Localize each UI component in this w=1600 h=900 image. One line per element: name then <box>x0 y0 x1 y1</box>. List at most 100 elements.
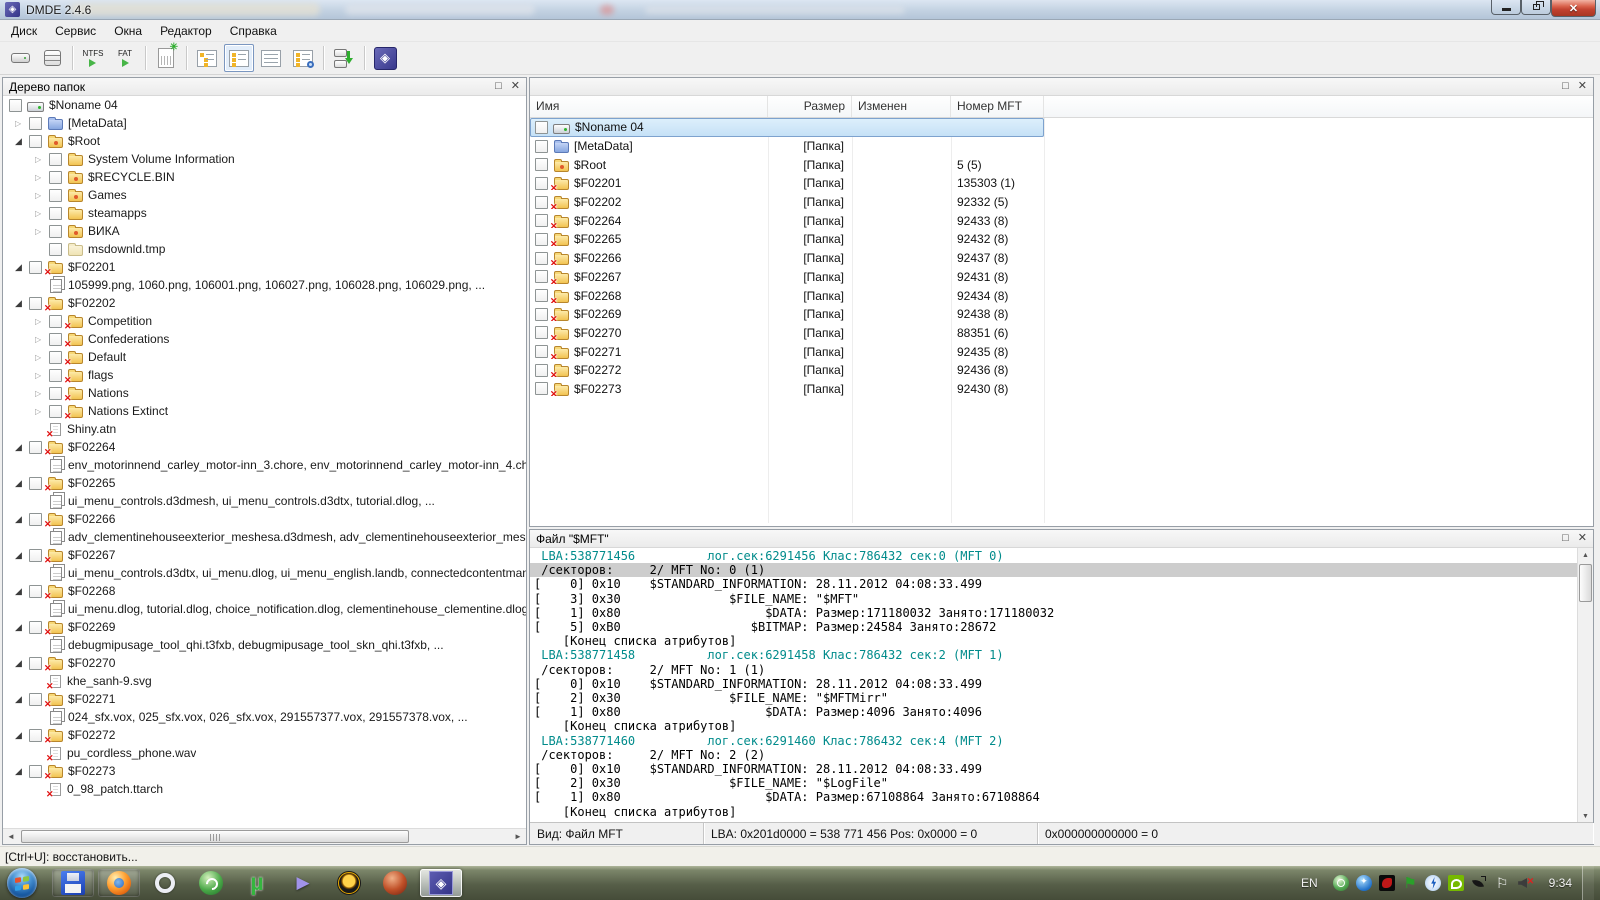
restore-button[interactable] <box>1521 0 1551 15</box>
tree-item[interactable]: ◢✕$F02267 <box>3 546 526 564</box>
titlebar[interactable]: ◈ DMDE 2.4.6 ✕ <box>0 0 1600 20</box>
checkbox[interactable] <box>29 261 42 274</box>
expander-open-icon[interactable]: ◢ <box>13 442 29 453</box>
tree-item[interactable]: ▷steamapps <box>3 204 526 222</box>
tree-item[interactable]: adv_clementinehouseexterior_meshesa.d3dm… <box>3 528 526 546</box>
file-row[interactable]: $Root[Папка]5 (5) <box>530 155 1044 174</box>
checkbox[interactable] <box>49 243 62 256</box>
expander-closed-icon[interactable]: ▷ <box>33 353 49 362</box>
file-row[interactable]: ✕$F02267[Папка]92431 (8) <box>530 268 1044 287</box>
tree-item[interactable]: 105999.png, 1060.png, 106001.png, 106027… <box>3 276 526 294</box>
tree-item[interactable]: debugmipusage_tool_qhi.t3fxb, debugmipus… <box>3 636 526 654</box>
expander-open-icon[interactable]: ◢ <box>13 262 29 273</box>
tree-item[interactable]: ◢✕$F02266 <box>3 510 526 528</box>
checkbox[interactable] <box>535 252 548 265</box>
action-center-icon[interactable] <box>1494 875 1510 891</box>
file-row[interactable]: ✕$F02272[Папка]92436 (8) <box>530 361 1044 380</box>
checkbox[interactable] <box>49 171 62 184</box>
tree-item[interactable]: ui_menu_controls.d3dtx, ui_menu.dlog, ui… <box>3 564 526 582</box>
file-row[interactable]: $Noname 04 <box>530 118 1044 137</box>
checkbox[interactable] <box>49 387 62 400</box>
tree-item[interactable]: ▷✕Nations <box>3 384 526 402</box>
column-header-0[interactable]: Имя <box>530 96 768 117</box>
checkbox[interactable] <box>535 326 548 339</box>
taskbar-app-red-game[interactable] <box>374 869 416 897</box>
nvidia-icon[interactable] <box>1448 875 1464 891</box>
taskbar-app-aimp[interactable] <box>328 869 370 897</box>
checkbox[interactable] <box>535 158 548 171</box>
punto-switcher-icon[interactable] <box>1356 875 1372 891</box>
checkbox[interactable] <box>535 214 548 227</box>
tree-item[interactable]: ▷✕Competition <box>3 312 526 330</box>
expander-closed-icon[interactable]: ▷ <box>33 227 49 236</box>
close-button[interactable]: ✕ <box>1551 0 1596 17</box>
panel-maximize-icon[interactable]: □ <box>1562 533 1569 544</box>
checkbox[interactable] <box>535 364 548 377</box>
tree-item[interactable]: ✕pu_cordless_phone.wav <box>3 744 526 762</box>
mft-record-view[interactable]: LBA:538771456 лог.сек:6291456 Клас:78643… <box>530 548 1593 824</box>
taskbar-app-kmplayer[interactable] <box>282 869 324 897</box>
lightning-icon[interactable] <box>1425 875 1441 891</box>
tree-item[interactable]: env_motorinnend_carley_motor-inn_3.chore… <box>3 456 526 474</box>
tree-item[interactable]: ◢✕$F02202 <box>3 294 526 312</box>
language-indicator[interactable]: EN <box>1301 876 1318 890</box>
checkbox[interactable] <box>535 289 548 302</box>
menu-item-2[interactable]: Окна <box>105 21 151 41</box>
tree-item[interactable]: ▷[MetaData] <box>3 114 526 132</box>
tree-item[interactable]: ▷✕flags <box>3 366 526 384</box>
checkbox[interactable] <box>535 121 548 134</box>
scroll-right-arrow-icon[interactable]: ► <box>510 829 526 844</box>
scrollbar-track[interactable] <box>19 829 510 845</box>
expander-open-icon[interactable]: ◢ <box>13 730 29 741</box>
taskbar-app-mediaget[interactable] <box>190 869 232 897</box>
tree-item[interactable]: msdownld.tmp <box>3 240 526 258</box>
file-row[interactable]: ✕$F02201[Папка]135303 (1) <box>530 174 1044 193</box>
expander-open-icon[interactable]: ◢ <box>13 514 29 525</box>
tree-item[interactable]: ✕khe_sanh-9.svg <box>3 672 526 690</box>
tree-item[interactable]: ◢✕$F02268 <box>3 582 526 600</box>
expander-open-icon[interactable]: ◢ <box>13 658 29 669</box>
column-header-2[interactable]: Изменен <box>852 96 951 117</box>
tree-item[interactable]: ▷✕Confederations <box>3 330 526 348</box>
checkbox[interactable] <box>535 140 548 153</box>
panel-close-icon[interactable]: ✕ <box>1578 533 1587 544</box>
tree-item[interactable]: ◢$Root <box>3 132 526 150</box>
vertical-scrollbar[interactable]: ▲ ▼ <box>1577 548 1593 824</box>
panel-maximize-icon[interactable]: □ <box>1562 81 1569 92</box>
checkbox[interactable] <box>29 765 42 778</box>
checkbox[interactable] <box>29 477 42 490</box>
toolbar-button-open-scan[interactable] <box>151 44 181 72</box>
checkbox[interactable] <box>29 729 42 742</box>
expander-closed-icon[interactable]: ▷ <box>33 155 49 164</box>
checkbox[interactable] <box>535 196 548 209</box>
expander-open-icon[interactable]: ◢ <box>13 550 29 561</box>
tree-item[interactable]: ▷Games <box>3 186 526 204</box>
show-desktop-button[interactable] <box>1582 866 1594 900</box>
taskbar-app-save[interactable] <box>52 869 94 897</box>
checkbox[interactable] <box>49 315 62 328</box>
expander-closed-icon[interactable]: ▷ <box>33 389 49 398</box>
toolbar-button-list-view[interactable] <box>224 44 254 72</box>
expander-closed-icon[interactable]: ▷ <box>33 317 49 326</box>
checkbox[interactable] <box>9 99 22 112</box>
expander-open-icon[interactable]: ◢ <box>13 586 29 597</box>
checkbox[interactable] <box>29 621 42 634</box>
checkbox[interactable] <box>49 189 62 202</box>
checkbox[interactable] <box>29 513 42 526</box>
checkbox[interactable] <box>29 117 42 130</box>
tree-item[interactable]: ◢✕$F02201 <box>3 258 526 276</box>
toolbar-button-disk-view[interactable] <box>5 44 35 72</box>
minimize-button[interactable] <box>1491 0 1521 15</box>
start-button[interactable] <box>0 868 44 898</box>
checkbox[interactable] <box>49 153 62 166</box>
tree-item[interactable]: ▷ВИКА <box>3 222 526 240</box>
tree-item[interactable]: ◢✕$F02272 <box>3 726 526 744</box>
tree-item[interactable]: ▷System Volume Information <box>3 150 526 168</box>
column-header-1[interactable]: Размер <box>768 96 852 117</box>
file-row[interactable]: ✕$F02268[Папка]92434 (8) <box>530 286 1044 305</box>
horizontal-scrollbar[interactable]: ◄ ► <box>3 828 526 844</box>
tree-item[interactable]: ◢✕$F02269 <box>3 618 526 636</box>
tree-item[interactable]: ui_menu_controls.d3dmesh, ui_menu_contro… <box>3 492 526 510</box>
toolbar-button-table-view[interactable] <box>256 44 286 72</box>
taskbar-app-utorrent[interactable] <box>236 869 278 897</box>
